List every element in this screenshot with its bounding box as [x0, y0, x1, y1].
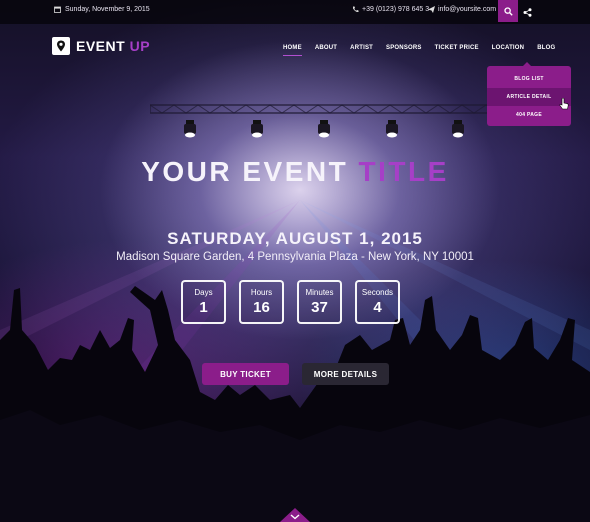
phone-text: +39 (0123) 978 645 3	[362, 6, 430, 13]
logo-text-accent: UP	[129, 38, 151, 54]
countdown: Days 1 Hours 16 Minutes 37 Seconds 4	[181, 280, 400, 324]
nav-item-ticket-price[interactable]: TICKET PRICE	[435, 45, 479, 56]
share-button[interactable]	[520, 5, 534, 19]
event-date: SATURDAY, AUGUST 1, 2015	[167, 229, 423, 248]
countdown-seconds: Seconds 4	[355, 280, 400, 324]
countdown-label: Hours	[250, 288, 273, 297]
top-bar-email[interactable]: info@yoursite.com	[428, 6, 496, 13]
dropdown-item-blog-list[interactable]: BLOG LIST	[487, 70, 571, 88]
countdown-hours: Hours 16	[239, 280, 284, 324]
logo-text: EVENT UP	[76, 38, 150, 54]
top-bar-phone: +39 (0123) 978 645 3	[352, 6, 429, 13]
top-bar: Sunday, November 9, 2015 +39 (0123) 978 …	[0, 0, 590, 24]
nav-item-about[interactable]: ABOUT	[315, 45, 337, 56]
nav-item-artist[interactable]: ARTIST	[350, 45, 373, 56]
countdown-value: 37	[311, 299, 328, 316]
blog-dropdown-menu: BLOG LIST ARTICLE DETAIL 404 PAGE	[487, 62, 571, 126]
location-pin-icon	[57, 40, 65, 52]
date-text: Sunday, November 9, 2015	[65, 6, 150, 13]
nav-item-blog[interactable]: BLOG	[537, 45, 555, 56]
event-title-main: YOUR EVENT	[141, 156, 349, 187]
nav-item-sponsors[interactable]: SPONSORS	[386, 45, 422, 56]
main-nav: HOME ABOUT ARTIST SPONSORS TICKET PRICE …	[283, 45, 555, 56]
email-text: info@yoursite.com	[438, 6, 497, 13]
site-logo[interactable]: EVENT UP	[52, 37, 150, 55]
phone-icon	[353, 6, 359, 13]
countdown-value: 1	[199, 299, 208, 316]
event-title: YOUR EVENT TITLE	[0, 156, 590, 188]
countdown-value: 4	[373, 299, 382, 316]
nav-item-home[interactable]: HOME	[283, 45, 302, 56]
countdown-value: 16	[253, 299, 270, 316]
calendar-icon	[54, 6, 61, 13]
logo-mark	[52, 37, 70, 55]
countdown-minutes: Minutes 37	[297, 280, 342, 324]
nav-item-location[interactable]: LOCATION	[492, 45, 525, 56]
scroll-down-button[interactable]	[280, 507, 310, 522]
send-icon	[428, 6, 435, 13]
cursor-icon	[559, 98, 569, 110]
countdown-label: Minutes	[305, 288, 334, 297]
countdown-label: Seconds	[361, 288, 394, 297]
search-icon	[503, 6, 513, 16]
logo-text-main: EVENT	[76, 38, 126, 54]
top-bar-date: Sunday, November 9, 2015	[54, 6, 150, 13]
event-title-accent: TITLE	[358, 156, 449, 187]
buy-ticket-button[interactable]: BUY TICKET	[202, 363, 289, 385]
more-details-button[interactable]: MORE DETAILS	[302, 363, 389, 385]
countdown-days: Days 1	[181, 280, 226, 324]
countdown-label: Days	[194, 288, 213, 297]
share-icon	[523, 7, 531, 17]
event-venue: Madison Square Garden, 4 Pennsylvania Pl…	[116, 251, 474, 263]
search-button[interactable]	[498, 0, 518, 22]
